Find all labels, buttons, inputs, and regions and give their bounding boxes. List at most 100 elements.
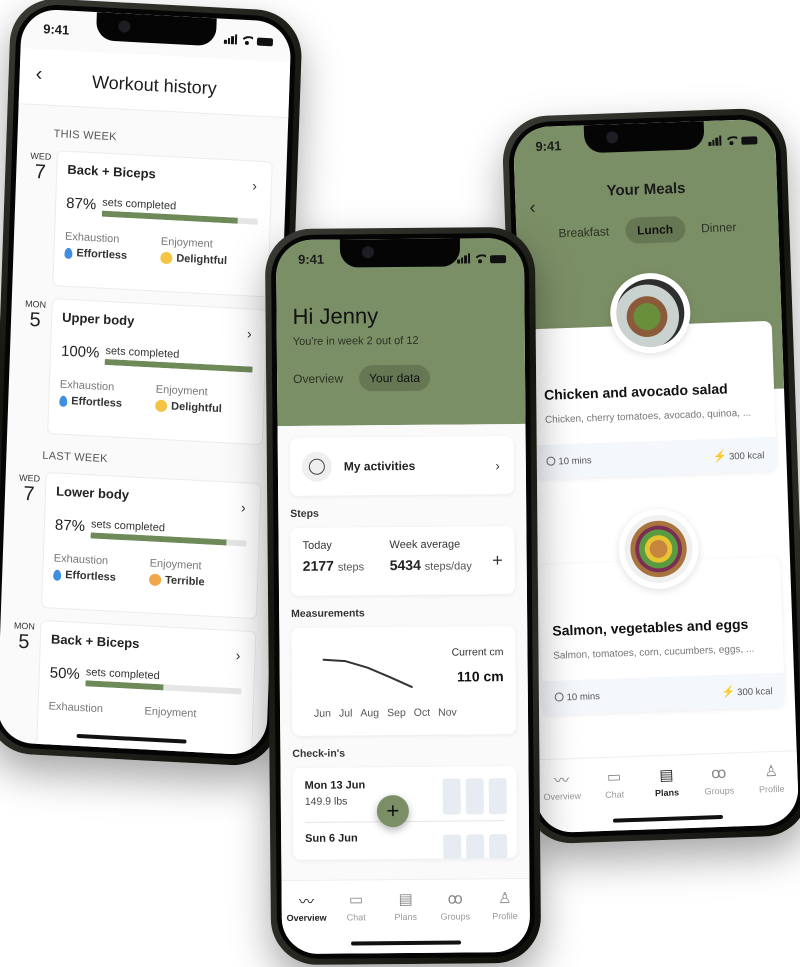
workout-name: Back + Biceps [50, 631, 140, 652]
tab-profile[interactable]: ♙ Profile [481, 889, 530, 952]
page-title: Workout history [91, 71, 217, 99]
tab-label: Plans [654, 787, 680, 799]
meal-time: 10 mins [566, 690, 601, 703]
status-icons [457, 253, 507, 264]
trend-icon: 〰 [553, 772, 570, 790]
month-label: Jun [313, 707, 332, 720]
progress-percent: 50% [49, 664, 81, 683]
current-value: 110 cm [456, 668, 504, 685]
tab-overview[interactable]: 〰 Overview [537, 769, 587, 834]
clock-icon [546, 456, 556, 467]
camera [361, 246, 375, 259]
month-label: Sep [387, 706, 406, 720]
checkin-photos [443, 834, 508, 860]
lightning-icon: ⚡ [713, 450, 728, 463]
tab-dinner[interactable]: Dinner [695, 214, 743, 242]
photo-placeholder [465, 778, 484, 815]
month-axis: Jun Jul Aug Sep Oct Nov [314, 707, 457, 720]
tab-breakfast[interactable]: Breakfast [552, 218, 616, 246]
day-number: 7 [23, 482, 35, 506]
notch [339, 238, 461, 268]
meal-name: Chicken and avocado salad [543, 380, 728, 403]
tab-your-data[interactable]: Your data [359, 364, 431, 392]
tab-label: Chat [346, 912, 366, 923]
camera [605, 131, 619, 144]
workout-name: Lower body [55, 483, 130, 503]
photo-placeholder [466, 834, 485, 860]
workout-row: WED 7 Lower body › 87% sets completed Ex… [9, 470, 262, 620]
measurements-card[interactable]: Current cm 110 cm Jun Jul Aug Sep Oct No… [291, 626, 517, 736]
measurement-trend-chart [322, 658, 413, 688]
workout-name: Back + Biceps [67, 161, 157, 182]
water-drop-icon [64, 247, 73, 259]
clock-icon [554, 692, 564, 703]
workout-row: MON 5 Back + Biceps › 50% sets completed [4, 618, 257, 756]
tab-label: Overview [543, 790, 582, 803]
progress-percent: 100% [60, 342, 100, 362]
meal-kcal: 300 kcal [737, 685, 773, 698]
month-label: Jul [338, 707, 353, 720]
enjoyment-value: Delightful [176, 252, 228, 268]
activity-pulse-icon [301, 451, 332, 482]
checkin-row[interactable]: Sun 6 Jun [305, 831, 508, 860]
sets-progress: 87% sets completed [66, 195, 258, 225]
tab-label: Chat [604, 789, 625, 800]
overview-screen: 9:41 Hi Jenny You're in week 2 out of 12… [275, 237, 531, 955]
add-checkin-button[interactable]: + [376, 794, 410, 828]
meal-tabs: Breakfast Lunch Dinner [516, 213, 779, 248]
today-steps-unit: steps [337, 561, 365, 574]
workout-row: MON 5 Upper body › 100% sets completed E… [15, 296, 268, 446]
workout-name: Upper body [61, 309, 135, 329]
tab-profile[interactable]: ♙ Profile [747, 761, 797, 826]
day-number: 7 [34, 161, 47, 184]
photo-placeholder [489, 834, 508, 860]
document-icon: ▤ [398, 890, 413, 909]
workout-card[interactable]: Upper body › 100% sets completed Exhaust… [47, 298, 268, 446]
status-time: 9:41 [297, 251, 325, 267]
tab-label: Groups [704, 785, 735, 797]
bottom-tab-bar: 〰 Overview ▭ Chat ▤ Plans ꝏ Groups ♙ Profile [534, 750, 800, 834]
tab-overview[interactable]: Overview [293, 365, 351, 392]
workout-card[interactable]: Lower body › 87% sets completed Exhausti… [41, 471, 262, 620]
measurements-section-label: Measurements [291, 607, 365, 620]
week-progress-text: You're in week 2 out of 12 [292, 334, 419, 348]
enjoyment-label: Enjoyment [155, 383, 208, 399]
phone-workout-history: 9:41 ‹ Workout history THIS WEEK WED 7 B… [0, 0, 304, 768]
checkins-section-label: Check-in's [292, 747, 346, 760]
signal-icon [223, 34, 238, 45]
my-activities-button[interactable]: My activities › [289, 436, 515, 496]
meal-item[interactable]: Chicken and avocado salad Chicken, cherr… [528, 269, 777, 480]
meal-time: 10 mins [558, 454, 592, 467]
enjoyment-value: Terrible [164, 574, 205, 589]
enjoyment-label: Enjoyment [160, 235, 214, 251]
exhaustion-value: Effortless [65, 569, 117, 584]
tab-lunch[interactable]: Lunch [624, 215, 686, 244]
chevron-right-icon: › [240, 499, 246, 516]
add-steps-button[interactable]: + [492, 550, 503, 571]
today-steps-value: 2177 [302, 557, 334, 574]
checkins-card: Mon 13 Jun 149.9 lbs Sun 6 Jun + [292, 766, 518, 860]
chevron-right-icon: › [235, 647, 241, 664]
water-drop-icon [59, 395, 68, 407]
month-label: Nov [438, 706, 457, 719]
meal-name: Salmon, vegetables and eggs [552, 615, 749, 639]
tab-overview[interactable]: 〰 Overview [282, 891, 331, 954]
wifi-icon [474, 254, 486, 263]
my-activities-label: My activities [343, 458, 416, 474]
photo-placeholder [442, 778, 461, 815]
salad-image [615, 277, 686, 349]
meal-footer: 10 mins ⚡ 300 kcal [533, 436, 777, 480]
workout-card[interactable]: Back + Biceps › 50% sets completed Exhau… [35, 619, 257, 756]
workout-date: WED 7 [20, 148, 57, 286]
week-average-label: Week average [389, 538, 461, 552]
workout-card[interactable]: Back + Biceps › 87% sets completed Exhau… [52, 150, 273, 298]
chevron-right-icon: › [246, 325, 253, 342]
meal-item[interactable]: Salmon, vegetables and eggs Salmon, toma… [536, 505, 786, 716]
battery-icon [490, 255, 507, 264]
workout-date: MON 5 [15, 296, 52, 434]
meals-screen: 9:41 ‹ Your Meals Breakfast Lunch Dinner… [512, 118, 800, 834]
today-label: Today [302, 539, 332, 552]
heart-eyes-emoji-icon [154, 399, 168, 413]
bowl-image [623, 513, 694, 585]
workout-history-screen: 9:41 ‹ Workout history THIS WEEK WED 7 B… [0, 8, 292, 756]
